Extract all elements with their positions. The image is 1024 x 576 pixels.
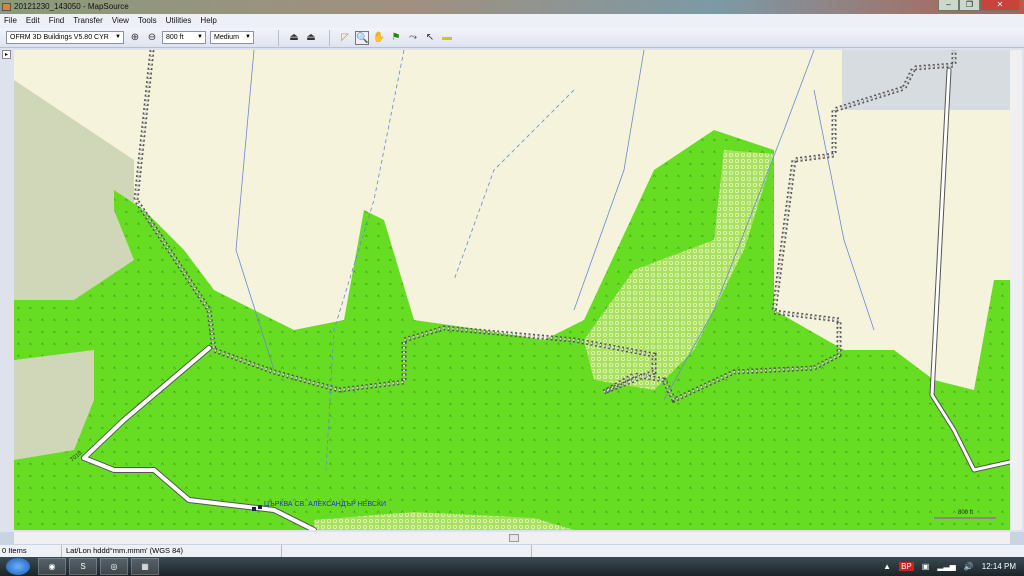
coord-format-status: Lat/Lon hddd°mm.mmm' (WGS 84) <box>62 545 282 557</box>
horizontal-scrollbar[interactable] <box>14 532 1010 544</box>
poi-label: ЦЪРКВА СВ. АЛЕКСАНДЪР НЕВСКИ <box>264 501 386 508</box>
chevron-down-icon: ▼ <box>197 34 203 40</box>
menu-tools[interactable]: Tools <box>138 14 157 28</box>
divider <box>278 29 279 46</box>
scroll-thumb[interactable] <box>509 534 519 542</box>
status-panel <box>282 545 532 557</box>
receive-from-device-icon[interactable]: ⏏ <box>287 31 301 45</box>
poi-marker[interactable] <box>252 507 256 511</box>
maximize-button[interactable]: ❐ <box>959 0 980 11</box>
expand-panel-button[interactable]: ▸ <box>2 50 11 59</box>
zoom-scale-value: 800 ft <box>166 34 184 41</box>
zoom-scale-select[interactable]: 800 ft ▼ <box>162 31 206 44</box>
chevron-down-icon: ▼ <box>115 34 121 40</box>
menu-bar: File Edit Find Transfer View Tools Utili… <box>0 14 1024 28</box>
map-tool-icon[interactable]: ◸ <box>338 31 352 45</box>
system-tray: ▲ BP ▣ ▂▃▅ 🔊 12:14 PM <box>875 557 1016 576</box>
zoom-out-icon[interactable]: ⊖ <box>145 31 159 45</box>
detail-select[interactable]: Medium ▼ <box>210 31 254 44</box>
map-canvas[interactable]: ^ 7010 ЦЪРКВА СВ. АЛЕКСАНДЪР НЕВСКИ 800 … <box>14 50 1010 530</box>
zoom-in-icon[interactable]: ⊕ <box>128 31 142 45</box>
measure-tool-icon[interactable]: ▬ <box>440 31 454 45</box>
app-taskbar-icon[interactable]: ◎ <box>100 558 128 575</box>
detail-value: Medium <box>214 34 239 41</box>
chrome-taskbar-icon[interactable]: ◉ <box>38 558 66 575</box>
hand-tool-icon[interactable]: ✋ <box>372 31 386 45</box>
vertical-scrollbar[interactable] <box>1010 50 1022 530</box>
send-to-device-icon[interactable]: ⏏ <box>304 31 318 45</box>
menu-view[interactable]: View <box>112 14 129 28</box>
menu-edit[interactable]: Edit <box>26 14 40 28</box>
volume-icon[interactable]: 🔊 <box>964 562 974 571</box>
start-button[interactable] <box>6 558 30 575</box>
menu-help[interactable]: Help <box>200 14 216 28</box>
window-title: 20121230_143050 - MapSource <box>14 2 129 11</box>
divider <box>329 29 330 46</box>
map-product-select[interactable]: OFRM 3D Buildings V5.80 CYR ▼ <box>6 31 124 44</box>
toolbar: OFRM 3D Buildings V5.80 CYR ▼ ⊕ ⊖ 800 ft ▼… <box>0 28 1024 48</box>
tray-badge[interactable]: BP <box>899 562 914 571</box>
route-tool-icon[interactable]: ⤳ <box>406 31 420 45</box>
chevron-down-icon: ▼ <box>245 34 251 40</box>
taskbar: ◉ S ◎ ▦ ▲ BP ▣ ▂▃▅ 🔊 12:14 PM <box>0 557 1024 576</box>
title-bar: 20121230_143050 - MapSource – ❐ ✕ <box>0 0 1024 14</box>
menu-file[interactable]: File <box>4 14 17 28</box>
menu-transfer[interactable]: Transfer <box>73 14 103 28</box>
app-icon <box>2 3 11 11</box>
skype-taskbar-icon[interactable]: S <box>69 558 97 575</box>
waypoint-tool-icon[interactable]: ⚑ <box>389 31 403 45</box>
status-bar: 0 Items Selected Lat/Lon hddd°mm.mmm' (W… <box>0 545 1024 567</box>
tray-device-icon[interactable]: ▣ <box>922 562 930 571</box>
tray-expand-icon[interactable]: ▲ <box>883 562 891 571</box>
menu-utilities[interactable]: Utilities <box>166 14 192 28</box>
map-view[interactable]: ▸ ^ 7010 ЦЪРКВА СВ. АЛЕКСАНДЪР НЕВСКИ 80… <box>0 48 1024 532</box>
mapsource-taskbar-icon[interactable]: ▦ <box>131 558 159 575</box>
map-product-value: OFRM 3D Buildings V5.80 CYR <box>10 34 109 41</box>
menu-find[interactable]: Find <box>49 14 65 28</box>
zoom-tool-icon[interactable]: 🔍 <box>355 30 369 45</box>
minimize-button[interactable]: – <box>938 0 959 11</box>
poi-marker[interactable] <box>258 505 262 509</box>
scale-label: 800 ft <box>958 510 973 516</box>
selection-tool-icon[interactable]: ↖ <box>423 31 437 45</box>
clock[interactable]: 12:14 PM <box>982 562 1016 571</box>
network-icon[interactable]: ▂▃▅ <box>937 562 955 571</box>
close-button[interactable]: ✕ <box>980 0 1020 11</box>
selection-status: 0 Items Selected <box>0 545 62 567</box>
